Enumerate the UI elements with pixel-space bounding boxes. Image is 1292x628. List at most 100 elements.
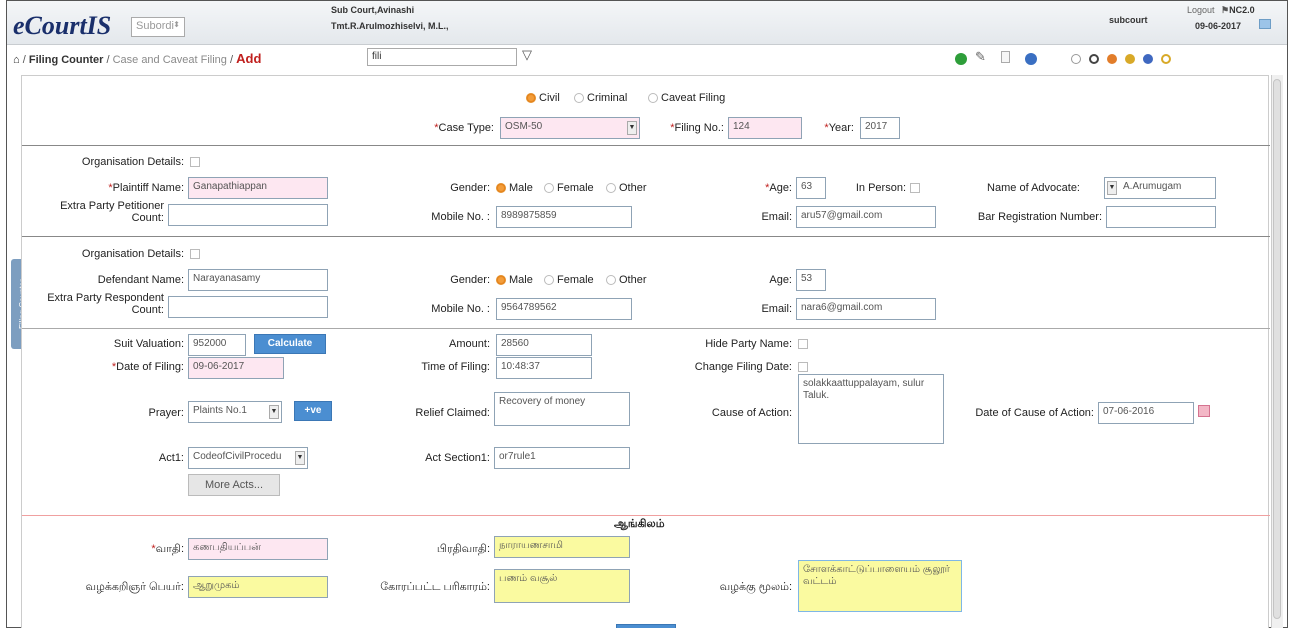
logout-link[interactable]: Logout bbox=[1187, 5, 1215, 15]
in-person-label: In Person: bbox=[855, 182, 906, 194]
plaintiff-radio-female[interactable] bbox=[544, 183, 554, 193]
dropdown-arrow-icon: ▼ bbox=[295, 451, 305, 465]
change-filing-date-checkbox[interactable] bbox=[798, 362, 808, 372]
suit-valuation-label: Suit Valuation: bbox=[113, 338, 184, 350]
plaintiff-radio-other[interactable] bbox=[606, 183, 616, 193]
cause-of-action-input[interactable]: solakkaattuppalayam, sulur Taluk. bbox=[798, 374, 944, 444]
bar-registration-label: Bar Registration Number: bbox=[977, 211, 1102, 223]
more-acts-button[interactable]: More Acts... bbox=[188, 474, 280, 496]
act-section-input[interactable]: or7rule1 bbox=[494, 447, 630, 469]
section-divider bbox=[22, 328, 1270, 329]
help-icon[interactable] bbox=[1025, 53, 1037, 65]
plaintiff-radio-male[interactable] bbox=[496, 183, 506, 193]
case-type-select[interactable]: OSM-50 ▼ bbox=[500, 117, 640, 139]
relief-claimed-input[interactable]: Recovery of money bbox=[494, 392, 630, 426]
defendant-age-input[interactable]: 53 bbox=[796, 269, 826, 291]
cause-date-input[interactable]: 07-06-2016 bbox=[1098, 402, 1194, 424]
extra-respondent-label: Extra Party Respondent Count: bbox=[47, 292, 164, 316]
plaintiff-name-label: *Plaintiff Name: bbox=[108, 182, 184, 194]
act-select[interactable]: CodeofCivilProcedu ▼ bbox=[188, 447, 308, 469]
document-icon[interactable] bbox=[1001, 51, 1010, 63]
dropdown-arrow-icon: ▼ bbox=[1107, 181, 1117, 195]
scrollbar-thumb[interactable] bbox=[1273, 79, 1281, 619]
defendant-org-checkbox[interactable] bbox=[190, 249, 200, 259]
tamil-relief-input[interactable]: பணம் வசூல் bbox=[494, 569, 630, 603]
calendar-icon[interactable] bbox=[1259, 19, 1271, 29]
hide-party-label: Hide Party Name: bbox=[705, 338, 792, 350]
advocate-select[interactable]: ▼ A.Arumugam bbox=[1104, 177, 1216, 199]
section-divider bbox=[22, 145, 1270, 146]
filing-no-input[interactable]: 124 bbox=[728, 117, 802, 139]
extra-respondent-input[interactable] bbox=[168, 296, 328, 318]
plaintiff-org-checkbox[interactable] bbox=[190, 157, 200, 167]
theme-yellow-icon[interactable] bbox=[1161, 54, 1171, 64]
year-input[interactable]: 2017 bbox=[860, 117, 900, 139]
amount-label: Amount: bbox=[449, 338, 490, 350]
plaintiff-org-label: Organisation Details: bbox=[81, 156, 184, 168]
tamil-plaintiff-input[interactable]: கணபதியப்பன் bbox=[188, 538, 328, 560]
menu-search-input[interactable]: fili bbox=[367, 48, 517, 66]
defendant-radio-other[interactable] bbox=[606, 275, 616, 285]
tamil-advocate-input[interactable]: ஆறுமுகம் bbox=[188, 576, 328, 598]
add-icon[interactable] bbox=[955, 53, 967, 65]
defendant-radio-female[interactable] bbox=[544, 275, 554, 285]
plaintiff-mobile-input[interactable]: 8989875859 bbox=[496, 206, 632, 228]
theme-white-icon[interactable] bbox=[1071, 54, 1081, 64]
defendant-name-input[interactable]: Narayanasamy bbox=[188, 269, 328, 291]
breadcrumb: ⌂ / Filing Counter / Case and Caveat Fil… bbox=[13, 51, 262, 66]
calendar-icon[interactable] bbox=[1198, 405, 1210, 417]
theme-gold-icon[interactable] bbox=[1125, 54, 1135, 64]
suit-valuation-input[interactable]: 952000 bbox=[188, 334, 246, 356]
plaintiff-age-input[interactable]: 63 bbox=[796, 177, 826, 199]
plaintiff-label-other: Other bbox=[619, 182, 647, 194]
submit-button[interactable] bbox=[616, 624, 676, 628]
act-section-label: Act Section1: bbox=[425, 452, 490, 464]
theme-black-icon[interactable] bbox=[1089, 54, 1099, 64]
extra-petitioner-input[interactable] bbox=[168, 204, 328, 226]
amount-input[interactable]: 28560 bbox=[496, 334, 592, 356]
home-icon[interactable]: ⌂ bbox=[13, 54, 20, 66]
time-filing-input[interactable]: 10:48:37 bbox=[496, 357, 592, 379]
dropdown-arrow-icon: ▼ bbox=[627, 121, 637, 135]
edit-icon[interactable]: ✎ bbox=[975, 49, 986, 65]
breadcrumb-filing-counter[interactable]: Filing Counter bbox=[29, 54, 104, 66]
flag-icon: ⚑ bbox=[1221, 5, 1230, 15]
defendant-mobile-label: Mobile No. : bbox=[431, 303, 490, 315]
breadcrumb-case-filing[interactable]: Case and Caveat Filing bbox=[113, 54, 227, 66]
filter-icon[interactable]: ▽ bbox=[522, 47, 532, 63]
prayer-select[interactable]: Plaints No.1 ▼ bbox=[188, 401, 282, 423]
theme-blue-icon[interactable] bbox=[1143, 54, 1153, 64]
defendant-radio-male[interactable] bbox=[496, 275, 506, 285]
bar-registration-input[interactable] bbox=[1106, 206, 1216, 228]
tamil-cause-input[interactable]: சோளக்காட்டுப்பாளையம் சூலூர் வட்டம் bbox=[798, 560, 962, 612]
select-arrow-icon: ⬍ bbox=[173, 20, 180, 29]
radio-criminal[interactable] bbox=[574, 93, 584, 103]
tamil-relief-label: கோரப்பட்ட பரிகாரம்: bbox=[380, 581, 490, 593]
hide-party-checkbox[interactable] bbox=[798, 339, 808, 349]
defendant-mobile-input[interactable]: 9564789562 bbox=[496, 298, 632, 320]
filing-form: Civil Criminal Caveat Filing *Case Type:… bbox=[21, 75, 1270, 628]
plaintiff-label-female: Female bbox=[557, 182, 594, 194]
plaintiff-name-input[interactable]: Ganapathiappan bbox=[188, 177, 328, 199]
defendant-email-input[interactable]: nara6@gmail.com bbox=[796, 298, 936, 320]
radio-caveat[interactable] bbox=[648, 93, 658, 103]
plaintiff-age-label: *Age: bbox=[765, 182, 792, 194]
defendant-name-label: Defendant Name: bbox=[97, 274, 184, 286]
prayer-add-button[interactable]: +ve bbox=[294, 401, 332, 421]
app-logo: eCourtIS bbox=[13, 11, 112, 40]
case-type-label: *Case Type: bbox=[434, 122, 494, 134]
plaintiff-email-input[interactable]: aru57@gmail.com bbox=[796, 206, 936, 228]
defendant-label-other: Other bbox=[619, 274, 647, 286]
theme-orange-icon[interactable] bbox=[1107, 54, 1117, 64]
in-person-checkbox[interactable] bbox=[910, 183, 920, 193]
prayer-label: Prayer: bbox=[148, 407, 184, 419]
judge-name: Tmt.R.Arulmozhiselvi, M.L., bbox=[331, 21, 449, 31]
tamil-defendant-input[interactable]: நாராயணசாமி bbox=[494, 536, 630, 558]
court-select[interactable]: Subordi ⬍ bbox=[131, 17, 185, 37]
radio-civil[interactable] bbox=[526, 93, 536, 103]
plaintiff-gender-label: Gender: bbox=[450, 182, 490, 194]
date-filing-input[interactable]: 09-06-2017 bbox=[188, 357, 284, 379]
cause-date-label: Date of Cause of Action: bbox=[975, 407, 1094, 419]
calculate-button[interactable]: Calculate bbox=[254, 334, 326, 354]
tamil-advocate-label: வழக்கறிஞர் பெயர்: bbox=[85, 581, 184, 593]
